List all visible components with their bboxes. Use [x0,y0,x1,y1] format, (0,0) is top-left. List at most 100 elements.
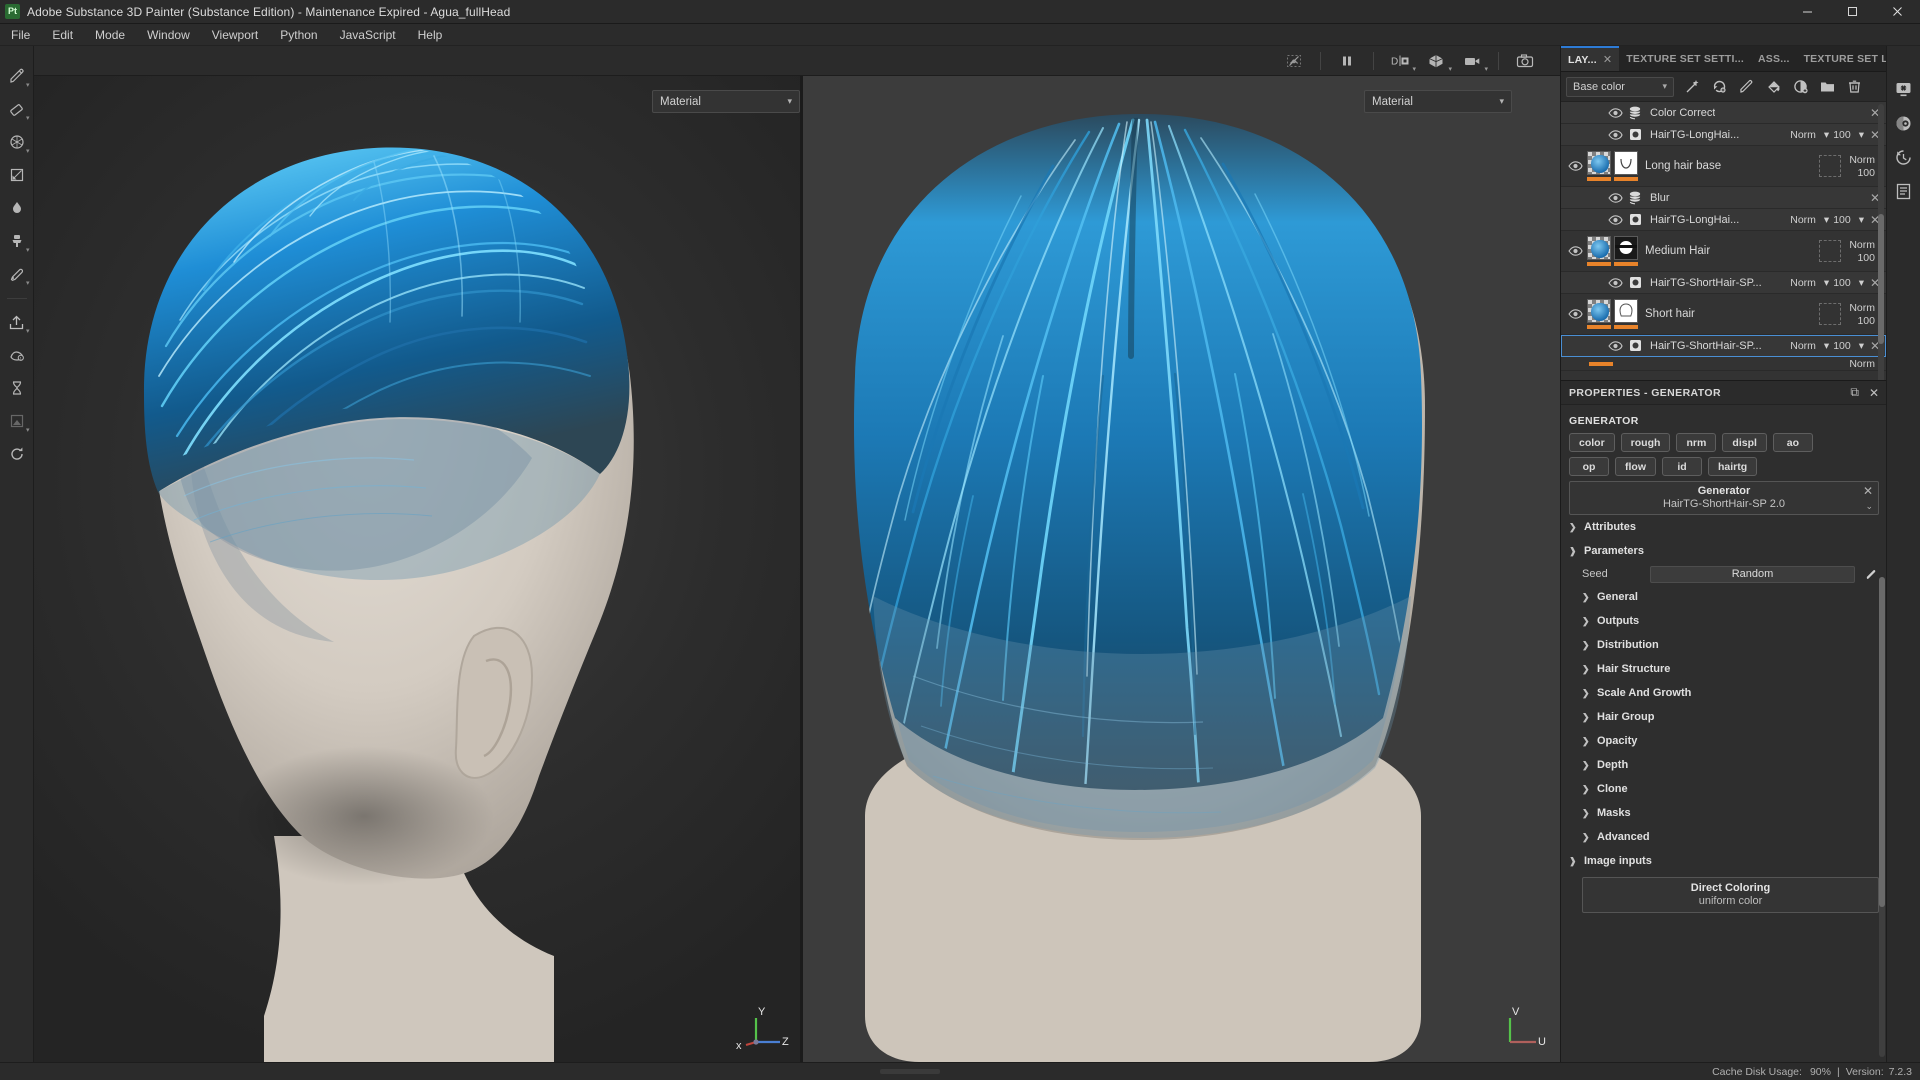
tab-layers[interactable]: LAY... ✕ [1561,46,1620,71]
layer-row[interactable]: Medium Hair Norm ▾ 100 ▾ [1561,231,1886,272]
eye-icon[interactable] [1565,160,1585,172]
menu-python[interactable]: Python [269,24,328,46]
tab-texture-set-settings[interactable]: TEXTURE SET SETTI... [1619,46,1751,71]
layer-content-thumb[interactable] [1587,236,1611,266]
layer-opacity[interactable]: 100 ▾ [1833,214,1864,226]
accordion-outputs[interactable]: ❯ Outputs [1569,609,1879,633]
add-fill-layer-icon[interactable] [1707,75,1732,99]
layer-row[interactable]: Color Correct ✕ [1561,102,1886,124]
layer-list-scrollbar[interactable] [1878,104,1884,384]
viewport-2d-channel-dropdown[interactable]: Material ▾ [1364,90,1512,113]
blend-mode[interactable]: Norm ▾ [1790,214,1829,226]
shading-mode-icon[interactable]: ▾ [1419,48,1453,74]
menu-viewport[interactable]: Viewport [201,24,269,46]
accordion-masks[interactable]: ❯ Masks [1569,801,1879,825]
properties-scrollbar[interactable] [1879,577,1885,1057]
add-folder-icon[interactable] [1815,75,1840,99]
accordion-clone[interactable]: ❯ Clone [1569,777,1879,801]
layer-row[interactable]: Blur ✕ [1561,187,1886,209]
eraser-caret-icon[interactable]: ▾ [26,115,30,122]
delete-layer-icon[interactable] [1842,75,1867,99]
shading-mode-caret-icon[interactable]: ▾ [1448,65,1452,73]
channel-selector[interactable]: Base color ▾ [1566,76,1674,97]
bake-icon[interactable]: 1 [2,339,32,371]
mask-slot[interactable] [1819,303,1842,325]
clone-stamp-icon[interactable]: ▾ [2,225,32,257]
pencil-icon[interactable] [1863,568,1879,581]
layer-row-selected[interactable]: HairTG-ShortHair-SP... Norm ▾ 100 ▾ ✕ [1561,335,1886,357]
tab-assets[interactable]: ASS... [1751,46,1797,71]
clone-stamp-caret-icon[interactable]: ▾ [26,247,30,254]
blend-mode[interactable]: Norm ▾ [1790,129,1829,141]
viewport-3d[interactable]: Material ▾ Y Z x [34,76,800,1080]
viewport-3d-channel-dropdown[interactable]: Material ▾ [652,90,800,113]
polygon-fill-icon[interactable] [2,159,32,191]
layer-mask-thumb[interactable] [1614,236,1638,266]
layer-row[interactable]: HairTG-ShortHair-SP... Norm ▾ 100 ▾ ✕ [1561,272,1886,294]
maximize-button[interactable] [1830,0,1875,24]
layer-opacity[interactable]: 100 ▾ [1833,277,1864,289]
projection-caret-icon[interactable]: ▾ [26,148,30,155]
smudge-icon[interactable] [2,192,32,224]
pause-engine-icon[interactable] [1330,48,1364,74]
menu-help[interactable]: Help [407,24,454,46]
refresh-icon[interactable] [2,438,32,470]
undock-icon[interactable]: ⧉ [1850,385,1859,400]
accordion-general[interactable]: ❯ General [1569,585,1879,609]
menu-file[interactable]: File [0,24,41,46]
layer-opacity[interactable]: 100 ▾ [1833,340,1864,352]
add-paint-layer-icon[interactable] [1734,75,1759,99]
generator-chevron-down-icon[interactable]: ⌄ [1865,501,1873,512]
color-picker-caret-icon[interactable]: ▾ [26,280,30,287]
chip-displ[interactable]: displ [1722,433,1767,452]
eye-icon[interactable] [1605,340,1625,352]
export-caret-icon[interactable]: ▾ [26,328,30,335]
layer-opacity[interactable]: 100 ▾ [1833,129,1864,141]
display-settings-icon[interactable] [1890,72,1918,106]
eye-icon[interactable] [1605,277,1625,289]
eye-icon[interactable] [1605,107,1625,119]
shader-settings-icon[interactable] [1890,106,1918,140]
tab-texture-set-list[interactable]: TEXTURE SET L... [1797,46,1886,71]
chip-id[interactable]: id [1662,457,1702,476]
camera-mode-caret-icon[interactable]: ▾ [1484,65,1488,73]
display-mode-caret-icon[interactable]: ▾ [1412,65,1416,73]
color-picker-icon[interactable]: ▾ [2,258,32,290]
viewport-2d[interactable]: Material ▾ V U [803,76,1560,1080]
accordion-hair-structure[interactable]: ❯ Hair Structure [1569,657,1879,681]
accordion-depth[interactable]: ❯ Depth [1569,753,1879,777]
minimize-button[interactable] [1785,0,1830,24]
generator-selector[interactable]: Generator HairTG-ShortHair-SP 2.0 ✕ ⌄ [1569,481,1879,515]
menu-edit[interactable]: Edit [41,24,84,46]
close-icon[interactable]: ✕ [1603,53,1612,66]
layer-content-thumb[interactable] [1587,151,1611,181]
chip-op[interactable]: op [1569,457,1609,476]
render-icon[interactable]: ▾ [2,405,32,437]
layer-mask-thumb[interactable] [1614,151,1638,181]
blend-mode[interactable]: Norm ▾ [1790,340,1829,352]
chip-hairtg[interactable]: hairtg [1708,457,1758,476]
camera-mode-icon[interactable]: ▾ [1455,48,1489,74]
menu-javascript[interactable]: JavaScript [329,24,407,46]
render-caret-icon[interactable]: ▾ [26,427,30,434]
accordion-image-inputs[interactable]: ❱ Image inputs [1569,849,1879,873]
close-properties-icon[interactable]: ✕ [1869,386,1879,400]
log-icon[interactable] [1890,174,1918,208]
layer-mask-thumb[interactable] [1614,299,1638,329]
projection-icon[interactable]: ▾ [2,126,32,158]
accordion-distribution[interactable]: ❯ Distribution [1569,633,1879,657]
image-input-direct-coloring[interactable]: Direct Coloring uniform color [1582,877,1879,913]
accordion-attributes[interactable]: ❯ Attributes [1569,515,1879,539]
layer-content-thumb[interactable] [1587,299,1611,329]
history-icon[interactable] [1890,140,1918,174]
accordion-advanced[interactable]: ❯ Advanced [1569,825,1879,849]
eye-icon[interactable] [1605,129,1625,141]
export-icon[interactable]: ▾ [2,306,32,338]
chip-color[interactable]: color [1569,433,1615,452]
layer-row[interactable]: Long hair base Norm ▾ 100 ▾ [1561,146,1886,187]
eye-icon[interactable] [1565,245,1585,257]
paint-brush-icon[interactable]: ▾ [2,60,32,92]
menu-window[interactable]: Window [136,24,201,46]
eraser-icon[interactable]: ▾ [2,93,32,125]
hourglass-icon[interactable] [2,372,32,404]
